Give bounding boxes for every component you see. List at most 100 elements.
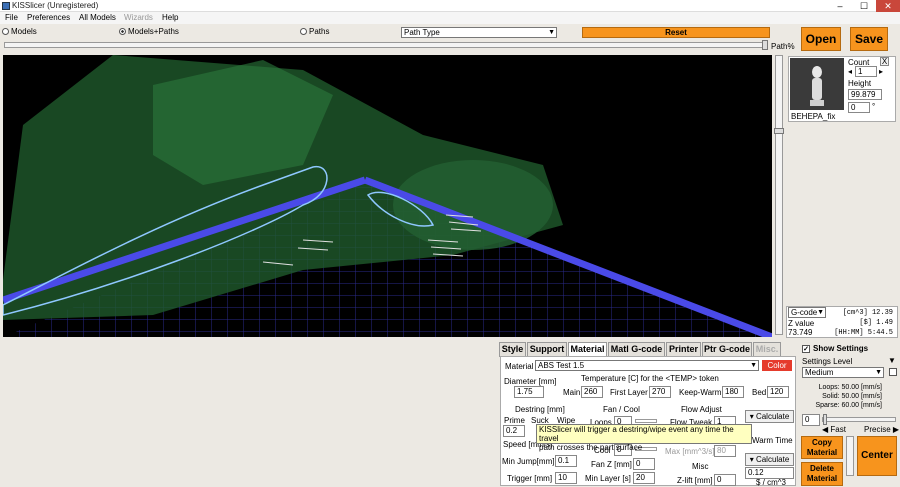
tab-printer[interactable]: Printer bbox=[666, 342, 701, 357]
speed-slider[interactable] bbox=[822, 417, 896, 422]
bed-temp-field[interactable]: 120 bbox=[767, 386, 789, 398]
open-button[interactable]: Open bbox=[801, 27, 841, 51]
chevron-down-icon: ▼ bbox=[875, 369, 882, 376]
first-layer-label: First Layer bbox=[610, 388, 648, 397]
menu-preferences[interactable]: Preferences bbox=[27, 13, 70, 22]
fan-z-field[interactable]: 0 bbox=[633, 458, 655, 470]
degree-label: ° bbox=[872, 102, 876, 111]
chevron-down-icon: ▾ bbox=[749, 412, 754, 421]
min-layer-field[interactable]: 20 bbox=[633, 472, 655, 484]
loops-slider[interactable] bbox=[635, 419, 657, 423]
destring-label: Destring [mm] bbox=[515, 405, 565, 414]
tab-matl-gcode[interactable]: Matl G-code bbox=[608, 342, 665, 357]
copy-material-button[interactable]: Copy Material bbox=[801, 436, 843, 459]
count-increment-icon[interactable]: ▸ bbox=[879, 67, 883, 76]
prime-label: Prime bbox=[504, 416, 525, 425]
tab-style[interactable]: Style bbox=[499, 342, 526, 357]
color-button[interactable]: Color bbox=[762, 360, 792, 371]
delete-material-button[interactable]: Delete Material bbox=[801, 462, 843, 486]
fast-label: ◀ Fast bbox=[822, 425, 846, 434]
tab-support[interactable]: Support bbox=[527, 342, 567, 357]
viewport-3d[interactable] bbox=[3, 55, 772, 337]
menu-file[interactable]: File bbox=[5, 13, 18, 22]
z-value: 73.749 bbox=[788, 328, 813, 337]
path-type-select[interactable]: Path Type ▼ bbox=[401, 27, 557, 38]
diameter-field[interactable]: 1.75 bbox=[514, 386, 544, 398]
menu-wizards[interactable]: Wizards bbox=[124, 13, 153, 22]
save-button[interactable]: Save bbox=[850, 27, 888, 51]
temperature-title: Temperature [C] for the <TEMP> token bbox=[581, 374, 719, 383]
settings-menu-icon[interactable]: ▼ bbox=[888, 356, 896, 365]
center-button[interactable]: Center bbox=[857, 436, 897, 476]
min-layer-label: Min Layer [s] bbox=[585, 474, 631, 483]
app-icon bbox=[2, 2, 10, 10]
prime-field[interactable]: 0.2 bbox=[503, 425, 525, 437]
trigger-label: Trigger [mm] bbox=[507, 474, 553, 483]
close-button[interactable]: ✕ bbox=[876, 0, 900, 12]
layer-slider[interactable] bbox=[775, 55, 783, 335]
keep-warm-label: Keep-Warm bbox=[679, 388, 722, 397]
model-head bbox=[393, 160, 553, 250]
title-bar: KISSlicer (Unregistered) – ☐ ✕ bbox=[0, 0, 900, 12]
chevron-down-icon: ▼ bbox=[548, 29, 555, 36]
rotation-field[interactable]: 0 bbox=[848, 102, 870, 113]
reset-button[interactable]: Reset bbox=[582, 27, 770, 38]
vertical-scrollbar[interactable] bbox=[846, 436, 854, 476]
show-settings-checkbox[interactable]: ✓ Show Settings bbox=[802, 344, 868, 353]
trigger-field[interactable]: 10 bbox=[555, 472, 577, 484]
radio-models-paths[interactable]: Models+Paths bbox=[119, 27, 179, 36]
menu-help[interactable]: Help bbox=[162, 13, 178, 22]
destring-tooltip: KISSlicer will trigger a destring/wipe e… bbox=[536, 424, 752, 452]
fan-cool-label: Fan / Cool bbox=[603, 405, 640, 414]
remove-model-button[interactable]: X bbox=[880, 57, 889, 66]
diameter-label: Diameter [mm] bbox=[504, 377, 557, 386]
speed-slider-thumb[interactable] bbox=[823, 414, 827, 425]
radio-paths[interactable]: Paths bbox=[300, 27, 329, 36]
min-jump-field[interactable]: 0.1 bbox=[555, 455, 577, 467]
arrow-right-icon: ▶ bbox=[892, 425, 900, 434]
path-slider[interactable] bbox=[4, 42, 768, 48]
model-thumbnail[interactable] bbox=[790, 58, 844, 110]
menu-all-models[interactable]: All Models bbox=[79, 13, 116, 22]
calculate-button[interactable]: ▾ Calculate bbox=[745, 410, 794, 423]
gcode-select[interactable]: G-code ▼ bbox=[788, 307, 826, 318]
chevron-down-icon: ▾ bbox=[749, 455, 754, 464]
bed-temp-label: Bed bbox=[752, 388, 767, 397]
min-jump-label: Min Jump[mm] bbox=[502, 457, 555, 466]
maximize-button[interactable]: ☐ bbox=[852, 0, 876, 12]
main-temp-label: Main bbox=[563, 388, 581, 397]
radio-models[interactable]: Models bbox=[2, 27, 37, 36]
layer-slider-thumb[interactable] bbox=[774, 128, 784, 134]
minimize-button[interactable]: – bbox=[828, 0, 852, 12]
material-select[interactable]: ABS Test 1.5 ▼ bbox=[535, 360, 759, 371]
count-decrement-icon[interactable]: ◂ bbox=[848, 67, 852, 76]
window-title: KISSlicer (Unregistered) bbox=[12, 1, 99, 10]
precise-label: Precise ▶ bbox=[864, 425, 900, 434]
count-field[interactable]: 1 bbox=[855, 66, 877, 77]
height-field[interactable]: 99.879 bbox=[848, 89, 882, 100]
radio-icon bbox=[2, 28, 9, 36]
settings-checkbox[interactable] bbox=[889, 368, 897, 376]
tab-misc[interactable]: Misc. bbox=[753, 342, 781, 357]
path-slider-thumb[interactable] bbox=[762, 40, 768, 50]
tab-ptr-gcode[interactable]: Ptr G-code bbox=[702, 342, 752, 357]
speed-slider-value[interactable]: 0 bbox=[802, 414, 820, 426]
speed-summary: Loops: 50.00 [mm/s] Solid: 50.00 [mm/s] … bbox=[815, 384, 882, 409]
radio-selected-icon bbox=[119, 28, 126, 36]
keep-warm-field[interactable]: 180 bbox=[722, 386, 744, 398]
print-stats: [cm^3] 12.39 [$] 1.49 [HH:MM] 5:44.5 bbox=[834, 309, 893, 337]
radio-icon bbox=[300, 28, 307, 36]
chevron-down-icon: ▼ bbox=[750, 362, 757, 369]
z-value-label: Z value bbox=[788, 319, 815, 328]
tab-material[interactable]: Material bbox=[568, 342, 607, 357]
chevron-down-icon: ▼ bbox=[817, 309, 824, 316]
main-temp-field[interactable]: 260 bbox=[581, 386, 603, 398]
z-lift-field[interactable]: 0 bbox=[714, 474, 736, 486]
flow-adjust-label: Flow Adjust bbox=[681, 405, 722, 414]
z-lift-label: Z-lift [mm] bbox=[677, 476, 713, 485]
calculate-cost-button[interactable]: ▾ Calculate bbox=[745, 453, 794, 466]
checkmark-icon: ✓ bbox=[802, 344, 810, 353]
arrow-left-icon: ◀ bbox=[822, 425, 829, 434]
settings-level-select[interactable]: Medium ▼ bbox=[802, 367, 884, 378]
first-layer-field[interactable]: 270 bbox=[649, 386, 671, 398]
